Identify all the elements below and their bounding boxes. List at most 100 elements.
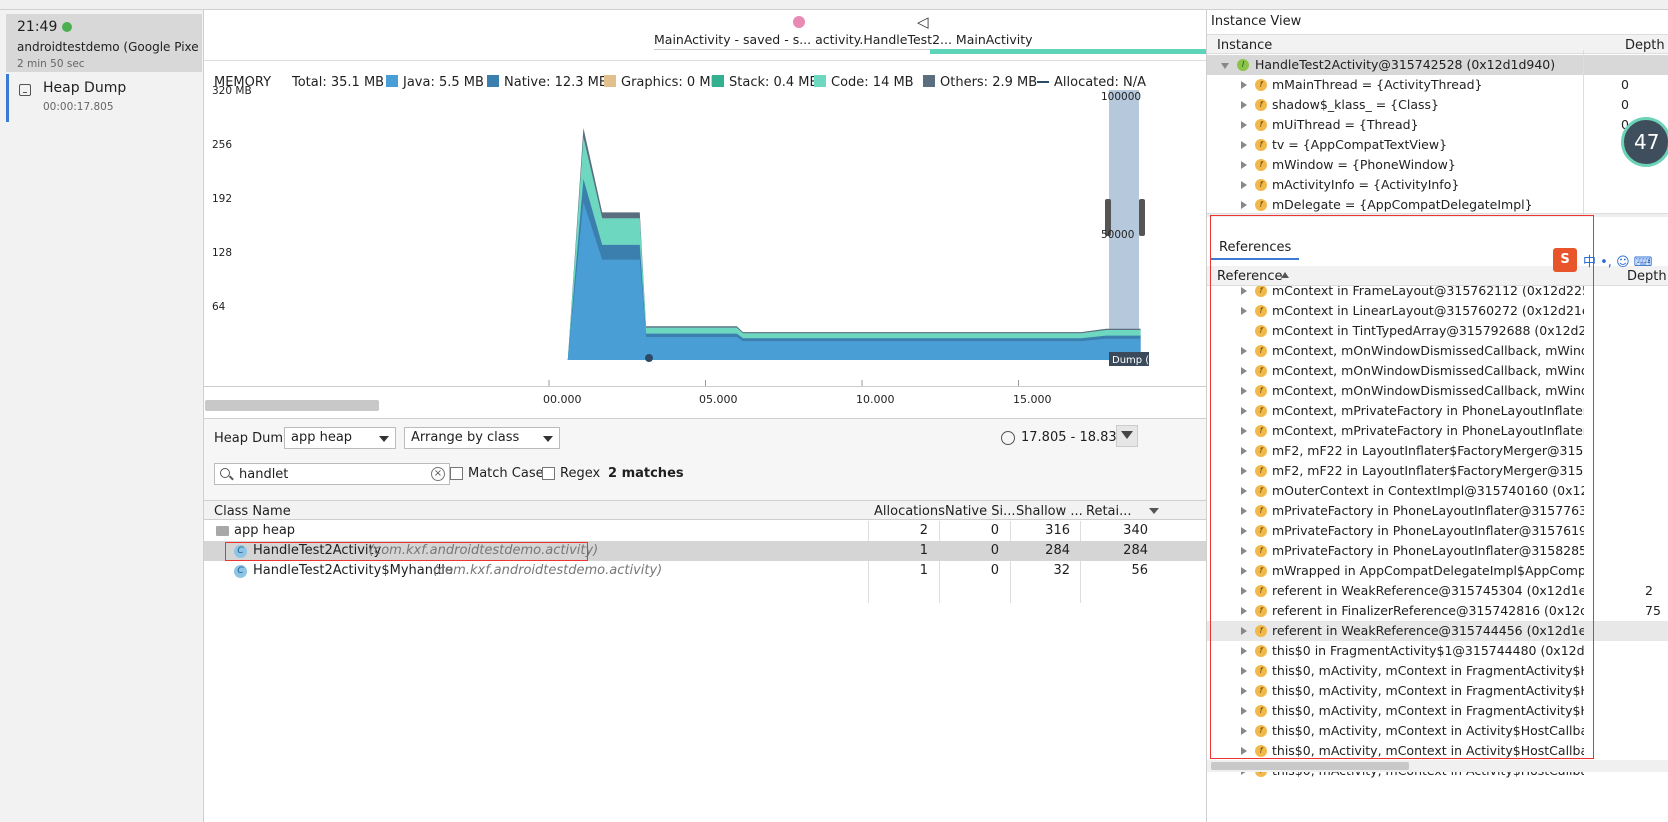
field-row[interactable]: f mDelegate = {AppCompatDelegateImpl} (1207, 195, 1668, 213)
match-case-checkbox[interactable] (450, 467, 463, 480)
instance-view-title: Instance View (1211, 14, 1302, 29)
expand-icon (1221, 63, 1229, 69)
col-retained-size[interactable]: Retai... (1086, 504, 1132, 519)
class-table: Class Name Allocations Native Si... Shal… (204, 500, 1206, 822)
col-shallow-size[interactable]: Shallow ... (1016, 504, 1083, 519)
field-row[interactable]: f mWindow = {PhoneWindow} (1207, 155, 1668, 175)
highlight-box (1210, 215, 1594, 759)
expand-icon (1241, 81, 1247, 89)
match-case-label: Match Case (468, 466, 544, 481)
search-input[interactable]: handlet × (214, 463, 450, 485)
expand-icon (1241, 201, 1247, 209)
field-icon: f (1255, 99, 1267, 111)
y-tick: 128 (212, 247, 232, 259)
memory-chart[interactable]: 320 MB 256 192 128 64 100000 50000 Dump (0 (204, 80, 1206, 395)
live-status-dot-icon (62, 22, 72, 32)
col-depth[interactable]: Depth (1625, 38, 1665, 53)
class-table-header: Class Name Allocations Native Si... Shal… (204, 500, 1206, 520)
horizontal-scrollbar[interactable] (1207, 760, 1668, 772)
gauge-widget[interactable]: 47 (1621, 117, 1668, 167)
regex-checkbox[interactable] (542, 467, 555, 480)
heap-dump-item[interactable]: Heap Dump 00:00:17.805 (6, 74, 202, 122)
heap-dump-icon (19, 84, 31, 96)
field-icon: f (1255, 79, 1267, 91)
sessions-panel: 21:49 androidtestdemo (Google Pixel_... … (0, 10, 204, 822)
activity-active-bar[interactable] (930, 49, 1206, 54)
expand-icon (1241, 141, 1247, 149)
sogou-logo[interactable]: S (1553, 248, 1577, 272)
right-y-tick: 50000 (1101, 229, 1134, 241)
heap-dump-time: 00:00:17.805 (43, 101, 114, 113)
session-device: androidtestdemo (Google Pixel_... (17, 40, 199, 54)
expand-icon (1241, 181, 1247, 189)
touch-event-icon[interactable] (793, 16, 805, 28)
event-timeline: ◁ MainActivity - saved - s... activity.H… (204, 10, 1206, 60)
field-icon: f (1255, 139, 1267, 151)
field-icon: f (1255, 179, 1267, 191)
field-row[interactable]: f mMainThread = {ActivityThread} 0 (1207, 75, 1668, 95)
clock-icon (1001, 431, 1015, 445)
col-allocations[interactable]: Allocations (874, 504, 945, 519)
y-tick: 256 (212, 139, 232, 151)
table-row[interactable]: C HandleTest2Activity$Myhandle (com.kxf.… (204, 561, 1206, 581)
ime-toolbar[interactable]: S 中 •, ☺ ⌨ (1553, 248, 1668, 272)
filter-button[interactable] (1116, 425, 1138, 447)
range-handle-right (1139, 199, 1145, 236)
y-tick: 64 (212, 301, 226, 313)
ime-status[interactable]: 中 •, ☺ ⌨ (1583, 251, 1653, 270)
heap-dump-title: Heap Dump (214, 431, 292, 446)
class-icon: C (234, 565, 247, 578)
clear-icon: × (431, 467, 445, 481)
timeline-scrollbar[interactable] (205, 400, 379, 411)
arrange-select[interactable]: Arrange by class (404, 427, 560, 449)
instance-fields: f mMainThread = {ActivityThread} 0 f shadow… (1207, 75, 1668, 213)
instance-root-row[interactable]: I HandleTest2Activity@315742528 (0x12d1d… (1207, 55, 1668, 75)
field-icon: f (1255, 119, 1267, 131)
chevron-down-icon (543, 436, 553, 442)
field-row[interactable]: f mUiThread = {Thread} 0 (1207, 115, 1668, 135)
field-row[interactable]: f mActivityInfo = {ActivityInfo} (1207, 175, 1668, 195)
col-native-size[interactable]: Native Si... (945, 504, 1015, 519)
x-tick: 15.000 (1013, 393, 1052, 406)
reference-depth: 2 (1645, 583, 1653, 598)
time-range: 17.805 - 18.834 (1021, 430, 1125, 445)
instance-view-panel: Instance View Instance Depth I HandleTes… (1206, 10, 1668, 822)
field-row[interactable]: f shadow$_klass_ = {Class} 0 (1207, 95, 1668, 115)
field-row[interactable]: f tv = {AppCompatTextView} (1207, 135, 1668, 155)
instance-header: Instance Depth (1207, 34, 1668, 54)
expand-icon (1241, 121, 1247, 129)
chevron-down-icon (379, 436, 389, 442)
heap-select[interactable]: app heap (284, 427, 396, 449)
field-icon: f (1255, 199, 1267, 211)
col-divider (1583, 50, 1584, 215)
activity-timeline-label[interactable]: MainActivity - saved - s... activity.Han… (654, 32, 1033, 47)
sort-desc-icon (1149, 508, 1159, 514)
scroll-thumb (1211, 762, 1409, 770)
folder-icon (216, 526, 229, 536)
area-others (567, 127, 1141, 360)
session-duration: 2 min 50 sec (17, 58, 85, 70)
col-class-name[interactable]: Class Name (214, 504, 291, 519)
x-tick: 10.000 (856, 393, 895, 406)
search-icon (220, 468, 230, 478)
instance-icon: I (1237, 59, 1249, 71)
gc-event-icon (645, 354, 653, 362)
profiler-main: ◁ MainActivity - saved - s... activity.H… (204, 10, 1206, 822)
right-y-tick: 100000 (1101, 91, 1141, 103)
regex-label: Regex (560, 466, 601, 481)
dump-label: Dump (0 (1112, 355, 1156, 366)
filter-icon (1121, 431, 1133, 439)
heap-dump-label: Heap Dump (43, 80, 127, 96)
y-tick: 192 (212, 193, 232, 205)
match-count: 2 matches (608, 466, 684, 481)
activity-track-line (654, 49, 930, 50)
table-row[interactable]: app heap 2 0 316 340 (204, 521, 1206, 541)
x-tick: 05.000 (699, 393, 738, 406)
session-item[interactable]: 21:49 androidtestdemo (Google Pixel_... … (6, 14, 202, 72)
reference-depth: 75 (1645, 603, 1661, 618)
session-time: 21:49 (17, 19, 58, 35)
col-instance[interactable]: Instance (1217, 38, 1272, 53)
heap-controls: Heap Dump app heap Arrange by class 17.8… (204, 418, 1206, 500)
back-event-icon[interactable]: ◁ (917, 13, 929, 31)
expand-icon (1241, 161, 1247, 169)
